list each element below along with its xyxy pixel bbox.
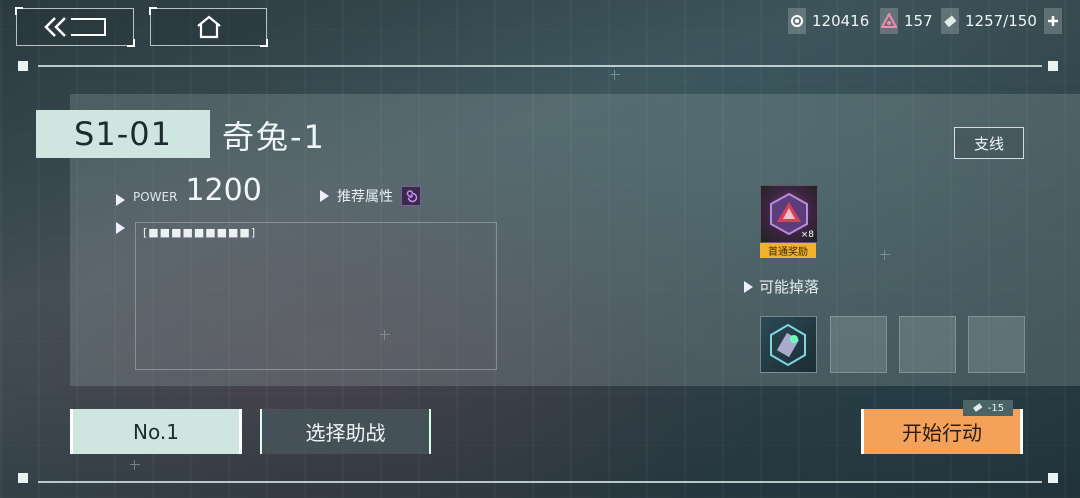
first-clear-tag: 首通奖励	[760, 243, 816, 258]
power-value: 1200	[185, 173, 262, 208]
stage-description-box	[135, 222, 497, 370]
recommended-attr-row: 推荐属性	[320, 186, 421, 206]
add-ticket-button[interactable]	[1044, 8, 1062, 34]
resource-coin: 120416	[788, 8, 869, 34]
back-button[interactable]	[15, 7, 135, 47]
ticket-value: 1257/150	[965, 12, 1037, 30]
spiral-icon	[401, 186, 421, 206]
reward-count: ×8	[800, 230, 814, 240]
crystal-value: 157	[904, 12, 933, 30]
arrow-icon	[116, 222, 125, 234]
power-row: POWER 1200	[116, 176, 262, 206]
power-label: POWER	[133, 190, 178, 204]
top-divider	[38, 65, 1042, 67]
possible-drops-label: 可能掉落	[759, 278, 820, 296]
coin-icon	[788, 8, 806, 34]
stamina-cost: -15	[987, 402, 1005, 414]
drop-slot-item[interactable]	[760, 316, 817, 373]
drop-slot-empty	[830, 316, 887, 373]
team-select-button[interactable]: No.1	[70, 409, 242, 454]
cross-marker	[130, 460, 140, 470]
arrow-icon	[320, 190, 329, 202]
home-icon	[196, 15, 221, 39]
corner-square	[1048, 61, 1058, 71]
select-support-button[interactable]: 选择助战	[260, 409, 431, 454]
first-clear-reward[interactable]: ×8 首通奖励	[760, 185, 818, 258]
reward-crystal-icon: ×8	[760, 185, 818, 243]
plus-icon	[1044, 8, 1062, 34]
recommended-attr-label: 推荐属性	[337, 189, 393, 205]
ticket-icon	[941, 8, 959, 34]
branch-button[interactable]: 支线	[954, 127, 1024, 159]
corner-square	[18, 61, 28, 71]
ticket-icon	[972, 403, 983, 412]
resource-crystal: 157	[880, 8, 933, 34]
stage-name: 奇兔-1	[222, 118, 326, 156]
bottom-divider	[38, 481, 1042, 483]
coin-value: 120416	[812, 12, 870, 30]
drop-slot-empty	[899, 316, 956, 373]
cross-marker	[610, 70, 620, 80]
part-icon	[770, 323, 806, 367]
home-button[interactable]	[149, 7, 268, 47]
crystal-icon	[880, 8, 898, 34]
arrow-icon	[116, 194, 125, 206]
possible-drops-row: 可能掉落	[744, 276, 819, 297]
stage-id: S1-01	[36, 110, 210, 158]
corner-square	[1048, 473, 1058, 483]
arrow-icon	[744, 280, 753, 293]
drop-slot-empty	[968, 316, 1025, 373]
corner-square	[18, 473, 28, 483]
double-chevron-left-icon	[44, 17, 106, 37]
stamina-cost-badge: -15	[963, 400, 1013, 416]
resource-ticket: 1257/150	[941, 8, 1037, 34]
